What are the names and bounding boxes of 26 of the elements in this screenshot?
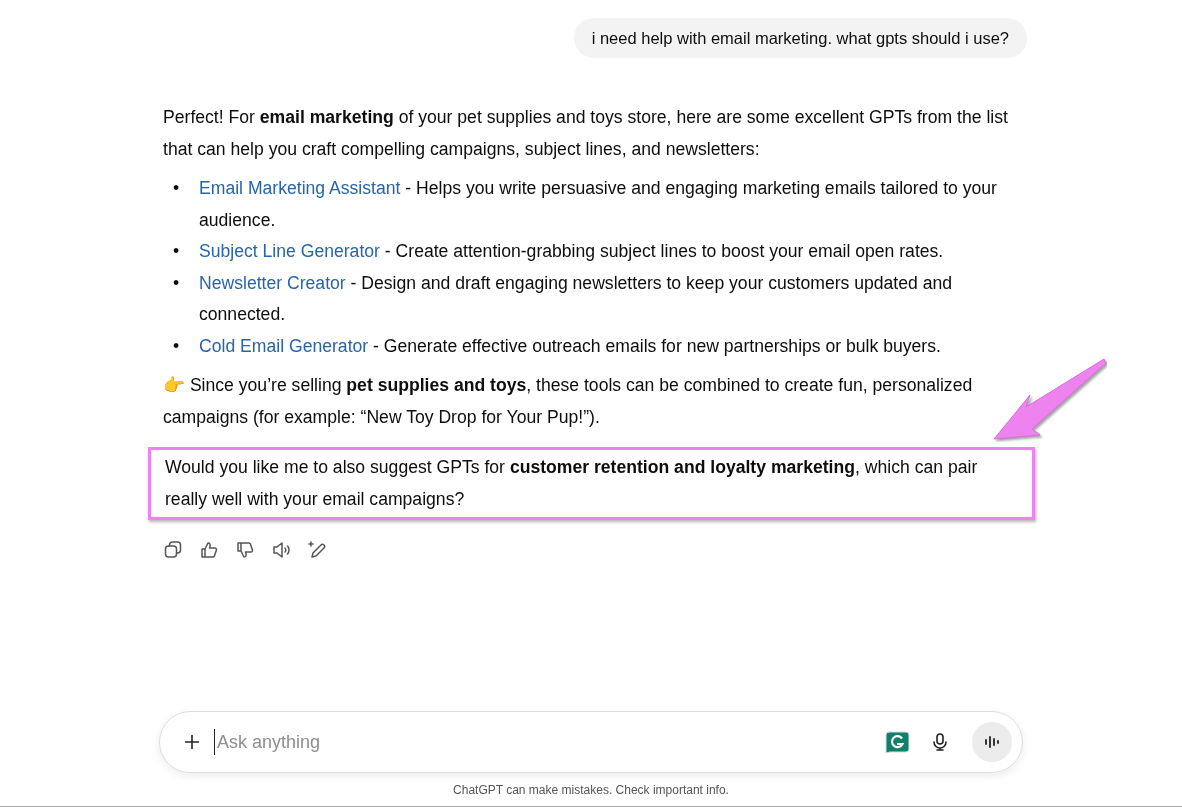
thumbs-up-icon[interactable]: [199, 540, 219, 560]
response-paragraph: Perfect! For email marketing of your pet supplies and toys store, here are some excellent GPTs from the list that can help you craft compelling campaigns, subject lines, and newsletters:: [163, 106, 1009, 161]
list-bullet: •: [173, 271, 181, 295]
speaker-icon[interactable]: [271, 540, 291, 560]
gpt-link[interactable]: Email Marketing Assistant: [199, 178, 401, 198]
gpt-link[interactable]: Subject Line Generator: [199, 241, 380, 261]
pencil-sparkle-icon[interactable]: [307, 540, 327, 560]
list-bullet: •: [173, 334, 181, 358]
user-message: i need help with email marketing. what gpts should i use?: [573, 18, 1027, 58]
plus-icon[interactable]: [182, 732, 202, 752]
thumbs-down-icon[interactable]: [235, 540, 255, 560]
gpt-link[interactable]: Cold Email Generator: [199, 335, 369, 356]
grammar-badge-icon[interactable]: [884, 730, 910, 754]
list-bullet: •: [173, 240, 181, 263]
list-item: Email Marketing Assistant - Helps you write persuasive and engaging marketing emails tailored to your audience.: [199, 177, 998, 232]
list-item: Subject Line Generator - Create attention-grabbing subject lines to boost your email open rates.: [199, 240, 945, 263]
gpt-link[interactable]: Newsletter Creator: [199, 272, 346, 293]
list-item: Cold Email Generator - Generate effective outreach emails for new partnerships or bulk buyers.: [199, 334, 942, 358]
copy-icon[interactable]: [163, 540, 183, 560]
response-paragraph: 👉 Since you’re selling pet supplies and toys, these tools can be combined to create fun, personalized campaigns (for example: “New Toy Drop for Your Pup!”).: [163, 374, 974, 429]
response-paragraph: Would you like me to also suggest GPTs for customer retention and loyalty marketing, which can pair really well with your email campaigns?: [148, 447, 1035, 520]
disclaimer-text: ChatGPT can make mistakes. Check important info.: [453, 782, 729, 799]
voice-mode-button[interactable]: [972, 722, 1012, 762]
list-bullet: •: [173, 177, 181, 200]
list-item: Newsletter Creator - Design and draft engaging newsletters to keep your customers updated and connected.: [199, 271, 954, 326]
microphone-icon[interactable]: [930, 732, 950, 752]
